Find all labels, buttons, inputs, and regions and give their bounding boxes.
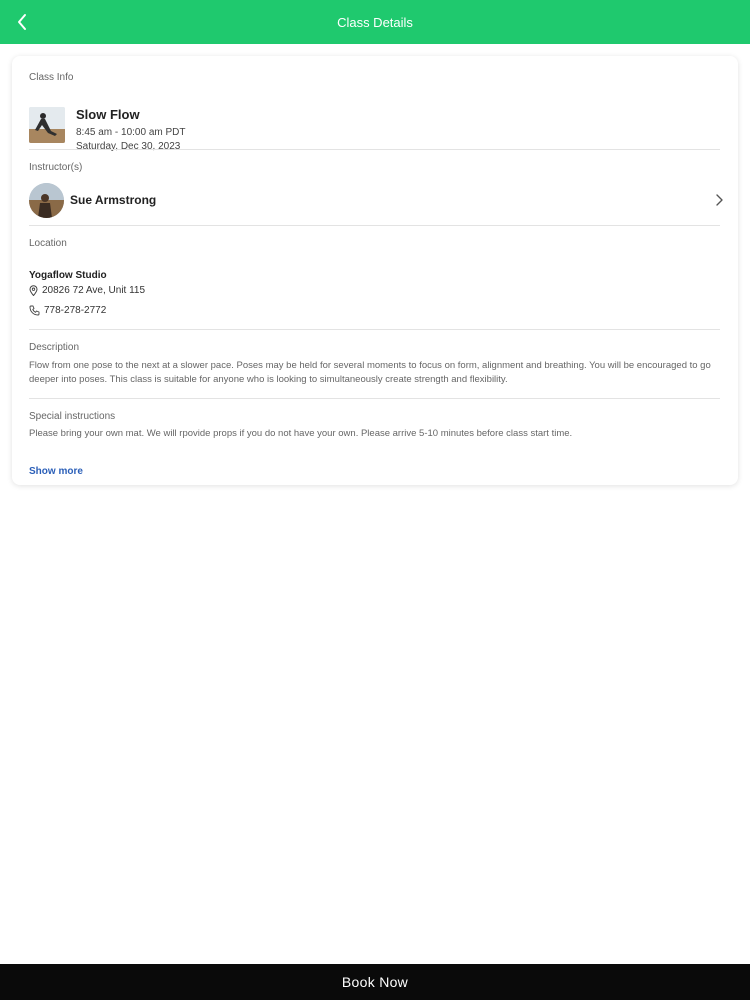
book-now-label: Book Now xyxy=(341,974,409,990)
book-now-button[interactable]: Book Now xyxy=(0,964,750,1000)
instructor-name: Sue Armstrong xyxy=(70,193,157,207)
location-label: Location xyxy=(29,238,67,249)
divider xyxy=(29,398,720,399)
class-name: Slow Flow xyxy=(76,107,140,122)
description-section: Description Flow from one pose to the ne… xyxy=(29,342,720,387)
class-date: Saturday, Dec 30, 2023 xyxy=(76,141,181,152)
instructor-label: Instructor(s) xyxy=(29,162,83,173)
map-pin-icon xyxy=(29,285,38,296)
header-bar: Class Details xyxy=(0,0,750,44)
address-text: 20826 72 Ave, Unit 115 xyxy=(42,285,146,296)
special-instructions-section: Special instructions Please bring your o… xyxy=(29,411,720,481)
description-label: Description xyxy=(29,342,80,353)
class-info-label: Class Info xyxy=(29,72,74,83)
special-instructions-text: Please bring your own mat. We will rpovi… xyxy=(29,428,573,439)
avatar xyxy=(29,182,64,218)
divider xyxy=(29,149,720,150)
instructor-row[interactable]: Sue Armstrong xyxy=(29,182,724,218)
description-text: Flow from one pose to the next at a slow… xyxy=(29,360,711,385)
divider xyxy=(29,225,720,226)
phone-icon xyxy=(29,305,40,316)
back-button[interactable] xyxy=(6,6,38,38)
chevron-right-icon xyxy=(716,194,723,206)
phone-text: 778-278-2772 xyxy=(44,305,107,316)
class-info-section: Class Info Slow Flow 8:45 am - 10:00 am … xyxy=(29,72,720,152)
chevron-left-icon xyxy=(18,14,26,30)
location-section: Location Yogaflow Studio 20826 72 Ave, U… xyxy=(29,238,720,328)
phone-line[interactable]: 778-278-2772 xyxy=(29,305,106,316)
special-instructions-label: Special instructions xyxy=(29,411,116,422)
class-details-card: Class Info Slow Flow 8:45 am - 10:00 am … xyxy=(12,56,738,485)
class-time: 8:45 am - 10:00 am PDT xyxy=(76,127,186,138)
studio-name: Yogaflow Studio xyxy=(29,270,107,281)
instructor-section: Instructor(s) Sue Armstrong xyxy=(29,162,723,222)
page-title: Class Details xyxy=(337,14,413,30)
show-more-link[interactable]: Show more xyxy=(29,466,83,477)
divider xyxy=(29,329,720,330)
class-thumbnail xyxy=(29,107,65,143)
address-line[interactable]: 20826 72 Ave, Unit 115 xyxy=(29,285,145,296)
